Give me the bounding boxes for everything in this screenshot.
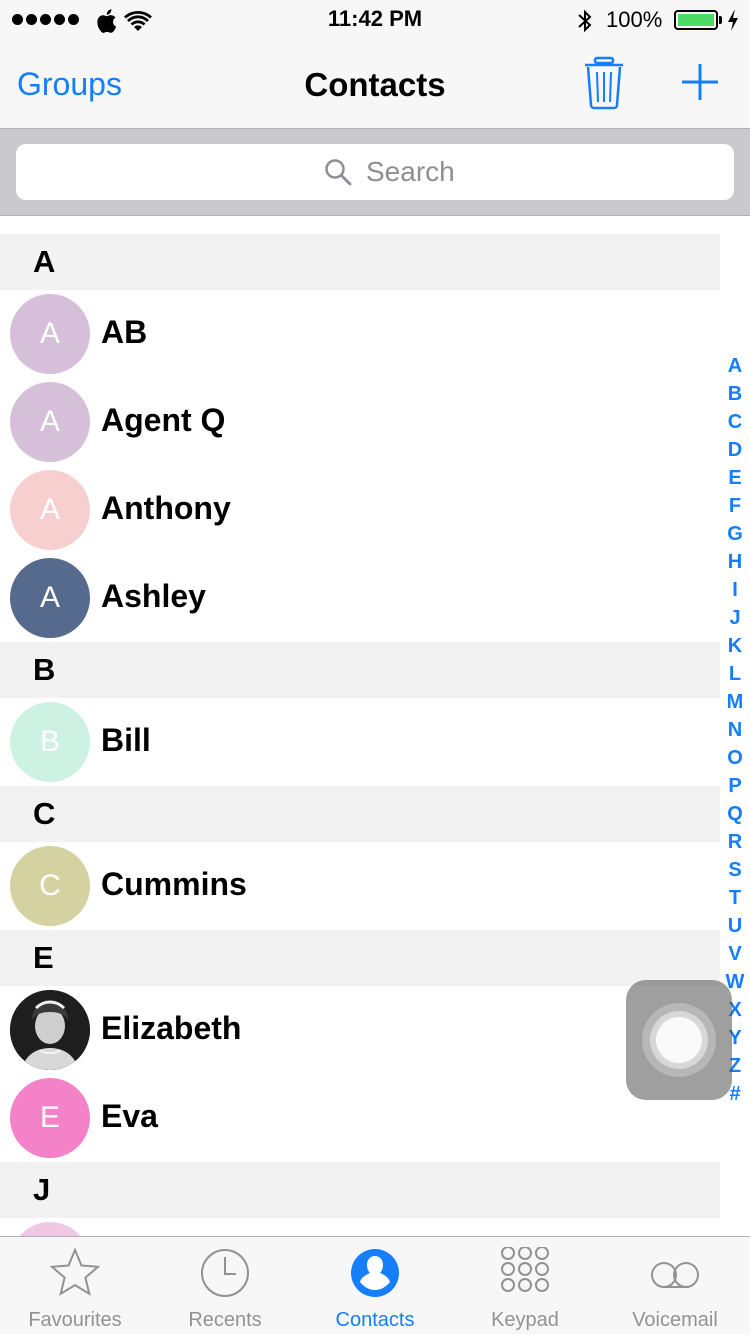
index-letter[interactable]: F xyxy=(722,492,748,520)
tab-label: Recents xyxy=(188,1309,262,1331)
index-letter[interactable]: I xyxy=(722,576,748,604)
contact-row[interactable]: A Agent Q xyxy=(0,378,720,466)
tab-bar: Favourites Recents Contacts Keypad Voice… xyxy=(0,1236,750,1334)
contact-row[interactable]: A AB xyxy=(0,290,720,378)
index-letter[interactable]: H xyxy=(722,548,748,576)
assistive-touch-button[interactable] xyxy=(626,980,732,1100)
tab-contacts[interactable]: Contacts xyxy=(300,1237,450,1335)
section-header: B xyxy=(0,642,720,698)
page-title: Contacts xyxy=(304,66,446,103)
index-letter[interactable]: S xyxy=(722,856,748,884)
contact-name: AB xyxy=(101,314,148,350)
charging-icon xyxy=(728,9,738,31)
contact-row[interactable]: B Bill xyxy=(0,698,720,786)
index-letter[interactable]: P xyxy=(722,772,748,800)
contacts-icon xyxy=(351,1249,399,1297)
tab-label: Voicemail xyxy=(632,1309,718,1331)
add-icon[interactable] xyxy=(680,62,720,102)
battery-level-fill xyxy=(678,14,714,26)
tab-label: Contacts xyxy=(335,1309,415,1331)
index-letter[interactable]: C xyxy=(722,408,748,436)
star-icon xyxy=(50,1247,100,1296)
section-letter: J xyxy=(33,1172,51,1207)
contact-avatar: A xyxy=(10,294,90,374)
search-field[interactable] xyxy=(16,144,734,200)
tab-label: Favourites xyxy=(28,1309,122,1331)
index-letter[interactable]: N xyxy=(722,716,748,744)
index-letter[interactable]: A xyxy=(722,352,748,380)
portrait-photo xyxy=(10,990,90,1070)
section-header: J xyxy=(0,1162,720,1218)
contact-avatar: A xyxy=(10,382,90,462)
contact-name: Bill xyxy=(101,722,151,758)
contact-name: Elizabeth xyxy=(101,1010,242,1046)
section-letter: C xyxy=(33,796,56,831)
voicemail-icon xyxy=(651,1262,699,1288)
contact-avatar: C xyxy=(10,846,90,926)
tab-label: Keypad xyxy=(491,1309,559,1331)
contact-avatar: B xyxy=(10,702,90,782)
clock-icon xyxy=(201,1249,249,1297)
index-letter[interactable]: Q xyxy=(722,800,748,828)
index-letter[interactable]: U xyxy=(722,912,748,940)
search-input[interactable] xyxy=(366,153,666,191)
section-header: A xyxy=(0,234,720,290)
index-letter[interactable]: V xyxy=(722,940,748,968)
tab-voicemail[interactable]: Voicemail xyxy=(600,1237,750,1335)
assistive-touch-ring xyxy=(642,1003,716,1077)
status-bar: 11:42 PM 100% xyxy=(0,0,750,40)
contact-row[interactable]: A Anthony xyxy=(0,466,720,554)
index-letter[interactable]: G xyxy=(722,520,748,548)
assistive-touch-ring xyxy=(650,1011,708,1069)
battery-tip xyxy=(719,16,722,24)
search-bar xyxy=(0,128,750,216)
index-letter[interactable]: R xyxy=(722,828,748,856)
bluetooth-icon xyxy=(578,9,592,33)
index-letter[interactable]: J xyxy=(722,604,748,632)
keypad-icon xyxy=(501,1247,549,1292)
section-letter: E xyxy=(33,940,54,975)
index-letter[interactable]: L xyxy=(722,660,748,688)
index-letter[interactable]: M xyxy=(722,688,748,716)
contact-name: Eva xyxy=(101,1098,158,1134)
battery-percent: 100% xyxy=(606,7,663,32)
contact-row[interactable]: E Eva xyxy=(0,1074,720,1162)
index-letter[interactable]: K xyxy=(722,632,748,660)
contact-row[interactable]: Elizabeth xyxy=(0,986,720,1074)
tab-favourites[interactable]: Favourites xyxy=(0,1237,150,1335)
search-icon xyxy=(325,159,352,186)
trash-icon[interactable] xyxy=(582,56,626,110)
contact-row[interactable]: C Cummins xyxy=(0,842,720,930)
contact-name: Ashley xyxy=(101,578,206,614)
contact-avatar: A xyxy=(10,558,90,638)
index-letter[interactable]: T xyxy=(722,884,748,912)
assistive-touch-dot xyxy=(656,1017,702,1063)
section-letter: A xyxy=(33,244,56,279)
tab-keypad[interactable]: Keypad xyxy=(450,1237,600,1335)
battery-icon xyxy=(674,10,718,30)
navigation-bar: Groups Contacts xyxy=(0,40,750,128)
contact-name: Cummins xyxy=(101,866,247,902)
section-header: E xyxy=(0,930,720,986)
index-letter[interactable]: O xyxy=(722,744,748,772)
contact-name: Agent Q xyxy=(101,402,226,438)
section-letter: B xyxy=(33,652,56,687)
contact-row[interactable]: A Ashley xyxy=(0,554,720,642)
contact-photo xyxy=(10,990,90,1070)
contact-avatar: E xyxy=(10,1078,90,1158)
tab-recents[interactable]: Recents xyxy=(150,1237,300,1335)
index-letter[interactable]: D xyxy=(722,436,748,464)
contact-name: Anthony xyxy=(101,490,231,526)
section-header: C xyxy=(0,786,720,842)
index-letter[interactable]: B xyxy=(722,380,748,408)
index-letter[interactable]: E xyxy=(722,464,748,492)
contact-avatar: A xyxy=(10,470,90,550)
